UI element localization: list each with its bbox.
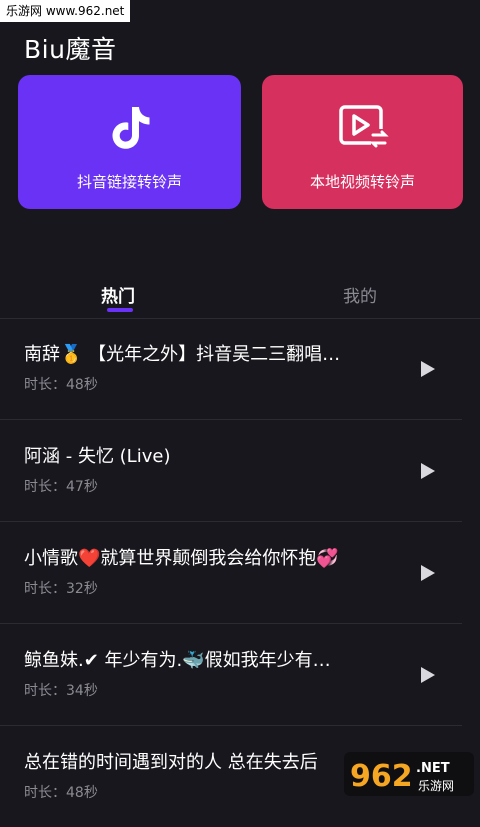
song-title: 南辞🥇 【光年之外】抖音吴二三翻唱… bbox=[24, 344, 341, 365]
site-logo-watermark: 962 .NET 乐游网 bbox=[344, 752, 474, 796]
list-item[interactable]: 阿涵 - 失忆 (Live) 时长：47秒 bbox=[0, 420, 462, 522]
song-title: 小情歌❤️就算世界颠倒我会给你怀抱💞 bbox=[24, 548, 339, 569]
song-duration: 时长：47秒 bbox=[24, 479, 98, 495]
song-duration: 时长：34秒 bbox=[24, 683, 98, 699]
song-duration: 时长：32秒 bbox=[24, 581, 98, 597]
card-label: 本地视频转铃声 bbox=[309, 173, 415, 191]
logo-name: 乐游网 bbox=[418, 779, 454, 793]
video-convert-icon bbox=[338, 105, 389, 153]
local-video-to-ringtone-button[interactable]: 本地视频转铃声 bbox=[262, 75, 463, 209]
douyin-link-to-ringtone-button[interactable]: 抖音链接转铃声 bbox=[18, 75, 241, 209]
song-duration: 时长：48秒 bbox=[24, 785, 98, 801]
logo-brand: 962 bbox=[350, 759, 413, 794]
card-label: 抖音链接转铃声 bbox=[76, 173, 182, 191]
tiktok-icon bbox=[112, 107, 149, 149]
ringtone-list: 南辞🥇 【光年之外】抖音吴二三翻唱… 时长：48秒 阿涵 - 失忆 (Live)… bbox=[0, 318, 480, 827]
list-item[interactable]: 鲸鱼妹.✔ 年少有为.🐳假如我年少有… 时长：34秒 bbox=[0, 624, 462, 726]
tab-mine[interactable]: 我的 bbox=[343, 282, 377, 307]
list-item[interactable]: 南辞🥇 【光年之外】抖音吴二三翻唱… 时长：48秒 bbox=[0, 318, 462, 420]
play-icon[interactable] bbox=[420, 564, 436, 582]
logo-suffix: .NET bbox=[416, 761, 450, 776]
song-title: 鲸鱼妹.✔ 年少有为.🐳假如我年少有… bbox=[24, 650, 331, 671]
active-tab-indicator bbox=[107, 308, 133, 312]
list-item[interactable]: 小情歌❤️就算世界颠倒我会给你怀抱💞 时长：32秒 bbox=[0, 522, 462, 624]
tab-bar: 热门 我的 bbox=[0, 270, 480, 319]
site-watermark: 乐游网 www.962.net bbox=[0, 0, 131, 22]
play-icon[interactable] bbox=[420, 360, 436, 378]
app-title: Biu魔音 bbox=[24, 35, 117, 64]
song-title: 阿涵 - 失忆 (Live) bbox=[24, 446, 171, 467]
tab-hot[interactable]: 热门 bbox=[101, 282, 135, 307]
play-icon[interactable] bbox=[420, 462, 436, 480]
song-duration: 时长：48秒 bbox=[24, 377, 98, 393]
play-icon[interactable] bbox=[420, 666, 436, 684]
